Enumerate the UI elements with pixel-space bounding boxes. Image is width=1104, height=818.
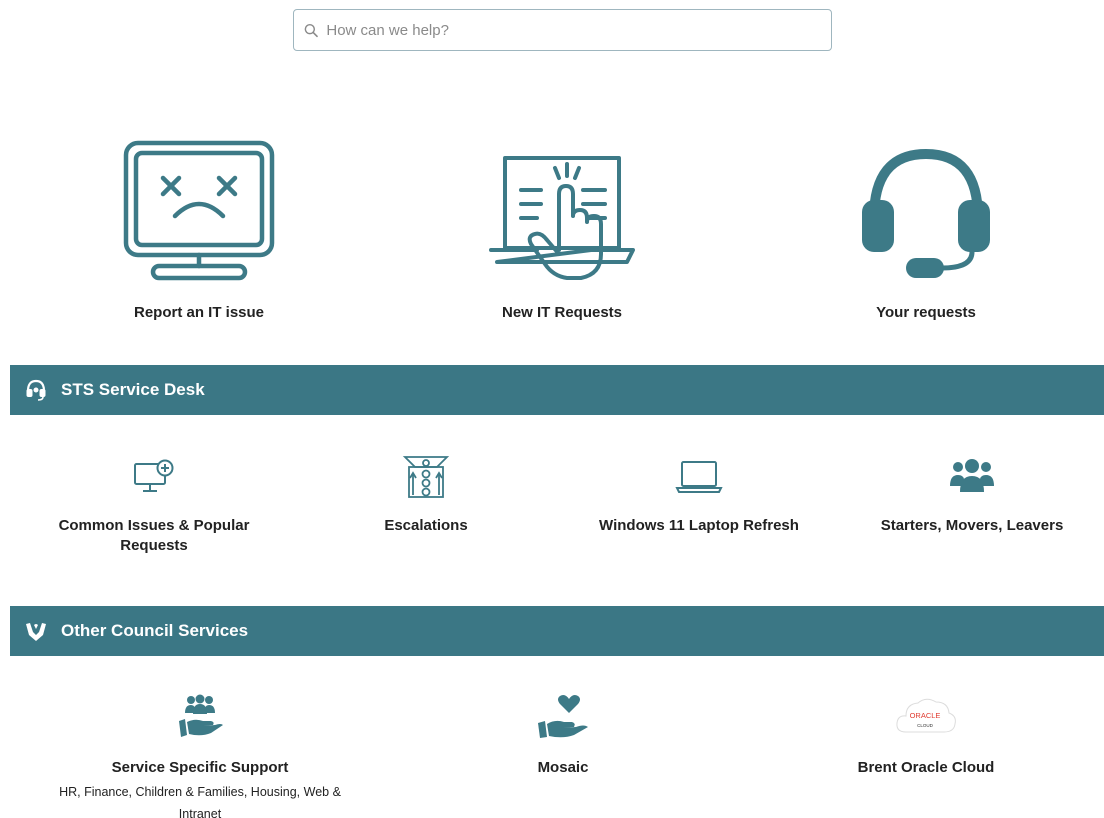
monitor-add-icon [134,459,174,492]
section-header-other-council-services: Other Council Services [10,606,1104,656]
users-group-icon [950,459,994,492]
hero-label: Report an IT issue [133,304,265,321]
tile-windows-11-laptop-refresh[interactable]: Windows 11 Laptop Refresh [589,450,809,536]
tile-common-issues[interactable]: Common Issues & Popular Requests [44,450,264,556]
sad-monitor-icon [123,140,275,281]
tile-label: Service Specific Support [111,759,289,776]
tile-label: Windows 11 Laptop Refresh [599,517,799,534]
hand-heart-icon [538,695,588,738]
hero-label: New IT Requests [501,304,623,321]
your-requests-card[interactable]: Your requests [776,132,1076,321]
oracle-cloud-icon: ORACLE CLOUD [896,698,956,733]
section-title: STS Service Desk [61,380,205,399]
search-input[interactable] [326,10,831,50]
tile-starters-movers-leavers[interactable]: Starters, Movers, Leavers [862,450,1082,536]
tile-service-specific-support[interactable]: Service Specific Support HR, Finance, Ch… [40,690,360,818]
laptop-icon [675,461,723,493]
new-it-requests-card[interactable]: New IT Requests [412,132,712,321]
search-box[interactable] [293,9,832,51]
escalation-icon [402,456,450,498]
headset-icon [24,378,48,402]
section-header-sts-service-desk: STS Service Desk [10,365,1104,415]
tile-brent-oracle-cloud[interactable]: ORACLE CLOUD Brent Oracle Cloud [826,690,1026,778]
hands-support-icon [24,619,48,643]
hand-tap-laptop-icon [489,156,635,280]
headset-icon [862,148,990,278]
tile-label: Mosaic [537,759,589,776]
tile-subtitle: HR, Finance, Children & Families, Housin… [59,785,341,818]
hero-label: Your requests [876,304,976,321]
tile-label: Escalations [384,517,468,534]
hand-people-icon [179,694,223,737]
tile-label: Starters, Movers, Leavers [880,517,1064,534]
tile-escalations[interactable]: Escalations [346,450,506,536]
report-it-issue-card[interactable]: Report an IT issue [49,132,349,321]
section-title: Other Council Services [61,621,249,640]
search-icon [304,23,318,37]
tile-mosaic[interactable]: Mosaic [473,690,653,778]
tile-label: Brent Oracle Cloud [857,759,995,776]
svg-text:ORACLE: ORACLE [910,711,941,720]
svg-text:CLOUD: CLOUD [917,723,934,728]
tile-label: Common Issues & Popular Requests [58,517,250,554]
